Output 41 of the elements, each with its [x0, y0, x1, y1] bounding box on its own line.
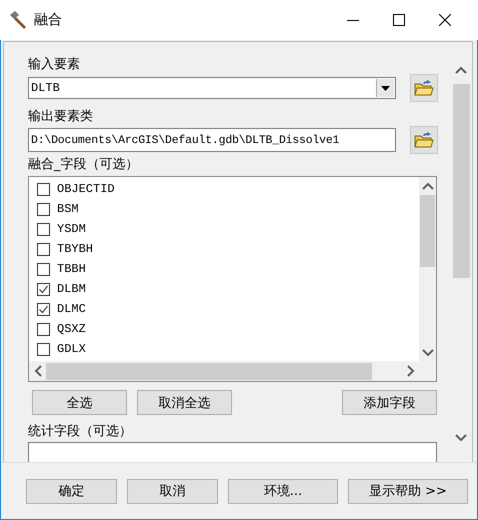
field-name: DLBM	[57, 282, 86, 296]
field-name: OBJECTID	[57, 182, 115, 196]
close-icon[interactable]	[439, 14, 451, 26]
scrollbar-thumb[interactable]	[46, 362, 372, 380]
checkbox[interactable]	[37, 342, 50, 356]
select-all-button[interactable]: 全选	[32, 390, 127, 415]
browse-button[interactable]	[410, 74, 438, 102]
hammer-icon	[8, 10, 28, 30]
maximize-icon[interactable]	[393, 14, 405, 26]
field-name: YSDM	[57, 222, 86, 236]
ok-button[interactable]: 确定	[26, 478, 117, 504]
checkbox[interactable]	[37, 202, 50, 216]
text-field[interactable]: D:\Documents\ArcGIS\Default.gdb\DLTB_Dissolve1	[28, 128, 396, 152]
browse-button[interactable]	[410, 126, 438, 154]
checkbox[interactable]	[37, 182, 50, 196]
dropdown-field[interactable]: DLTB	[28, 77, 396, 99]
field-name: GDLX	[57, 342, 86, 356]
field-label: 融合_字段（可选）	[28, 156, 140, 173]
field-name: BSM	[57, 202, 79, 216]
checkbox[interactable]	[37, 322, 50, 336]
field-label: 输出要素类	[28, 108, 94, 125]
field-name: DLMC	[57, 302, 86, 316]
checkbox[interactable]	[37, 302, 50, 316]
scrollbar-thumb[interactable]	[420, 195, 435, 267]
cancel-button[interactable]: 取消	[127, 478, 218, 504]
field-name: TBBH	[57, 262, 86, 276]
scrollbar-thumb[interactable]	[452, 84, 470, 278]
field-label: 输入要素	[28, 56, 81, 73]
checkbox[interactable]	[37, 282, 50, 296]
environments-button[interactable]: 环境...	[228, 478, 338, 504]
checkbox[interactable]	[37, 262, 50, 276]
add-field-button[interactable]: 添加字段	[342, 390, 437, 415]
clear-all-button[interactable]: 取消全选	[137, 390, 232, 415]
checkbox[interactable]	[37, 222, 50, 236]
field-label: 统计字段（可选）	[28, 423, 133, 440]
field-name: QSXZ	[57, 322, 86, 336]
input-field[interactable]	[28, 442, 437, 462]
show-help-button[interactable]: 显示帮助 >>	[348, 478, 468, 504]
window-title: 融合	[34, 11, 63, 29]
checkbox[interactable]	[37, 242, 50, 256]
field-name: TBYBH	[57, 242, 94, 256]
